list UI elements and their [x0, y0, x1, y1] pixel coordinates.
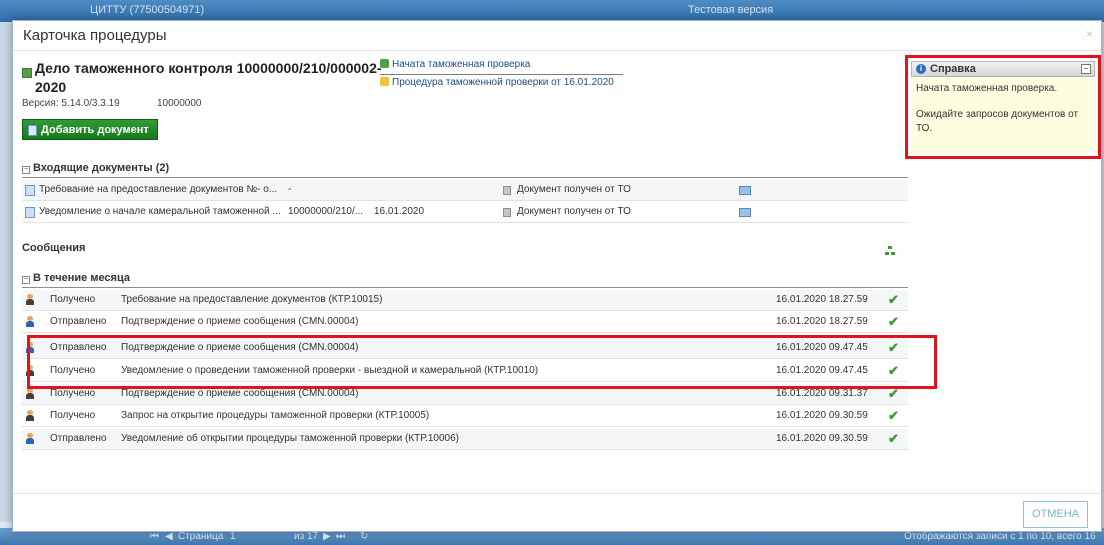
document-icon	[25, 207, 35, 218]
dialog-title: Карточка процедуры	[23, 27, 167, 44]
month-group-title: В течение месяца	[33, 272, 130, 284]
list-item[interactable]: Получено Запрос на открытие процедуры та…	[22, 406, 908, 427]
doc-status-icon	[503, 186, 511, 195]
section-divider	[22, 287, 908, 288]
procedure-card-dialog: Карточка процедуры × Дело таможенного ко…	[12, 20, 1102, 532]
message-text: Уведомление об открытии процедуры таможе…	[121, 433, 459, 444]
user-icon	[26, 433, 34, 445]
document-icon	[28, 125, 37, 136]
close-icon[interactable]: ×	[1086, 27, 1093, 41]
help-title: Справка	[930, 63, 976, 75]
doc-status: Документ получен от ТО	[517, 184, 631, 195]
doc-date: 16.01.2020	[374, 206, 425, 217]
procedure-link[interactable]: Процедура таможенной проверки от 16.01.2…	[380, 77, 614, 88]
collapse-toggle-icon: −	[22, 166, 30, 174]
dialog-footer: ОТМЕНА	[13, 493, 1101, 533]
doc-number: 10000000/210/...	[288, 206, 364, 217]
version-code: 10000000	[157, 98, 202, 109]
checkmark-icon: ✔	[888, 408, 899, 423]
user-icon	[26, 316, 34, 328]
status-divider	[380, 74, 623, 75]
checkmark-icon: ✔	[888, 292, 899, 307]
user-icon	[26, 294, 34, 306]
help-line-1: Начата таможенная проверка.	[916, 83, 1058, 94]
message-direction: Получено	[50, 388, 96, 399]
info-icon: i	[916, 64, 926, 74]
checkmark-icon: ✔	[888, 314, 899, 329]
tree-icon[interactable]	[885, 246, 895, 256]
help-line-2: Ожидайте запросов документов от ТО.	[916, 109, 1079, 134]
list-item[interactable]: Отправлено Уведомление об открытии проце…	[22, 429, 908, 450]
user-icon	[26, 410, 34, 422]
message-text: Требование на предоставление документов …	[121, 294, 383, 305]
checkmark-icon: ✔	[888, 431, 899, 446]
message-datetime: 16.01.2020 09.30.59	[776, 433, 868, 444]
table-row[interactable]: Уведомление о начале камеральной таможен…	[22, 202, 908, 223]
case-icon	[22, 68, 32, 78]
doc-name: Уведомление о начале камеральной таможен…	[39, 206, 281, 217]
status-link-label: Начата таможенная проверка	[392, 59, 531, 70]
document-icon	[25, 185, 35, 196]
list-item[interactable]: Отправлено Подтверждение о приеме сообще…	[22, 312, 908, 333]
status-link[interactable]: Начата таможенная проверка	[380, 59, 530, 70]
message-datetime: 16.01.2020 09.31.37	[776, 388, 868, 399]
message-text: Подтверждение о приеме сообщения (CMN.00…	[121, 388, 359, 399]
envelope-icon[interactable]	[739, 208, 751, 217]
section-divider	[22, 177, 908, 178]
messages-header: Сообщения	[22, 242, 86, 254]
app-left-edge	[0, 22, 12, 522]
message-direction: Отправлено	[50, 433, 107, 444]
message-datetime: 16.01.2020 09.30.59	[776, 410, 868, 421]
incoming-docs-title: Входящие документы (2)	[33, 162, 170, 174]
app-version-label: Тестовая версия	[688, 4, 774, 16]
cancel-button[interactable]: ОТМЕНА	[1023, 501, 1088, 528]
message-text: Подтверждение о приеме сообщения (CMN.00…	[121, 316, 359, 327]
collapse-toggle-icon: −	[22, 276, 30, 284]
add-document-label: Добавить документ	[41, 124, 149, 136]
message-direction: Получено	[50, 294, 96, 305]
status-icon	[380, 59, 389, 68]
list-item[interactable]: Получено Требование на предоставление до…	[22, 290, 908, 311]
help-panel-header: i Справка −	[911, 61, 1095, 77]
procedure-link-label: Процедура таможенной проверки от 16.01.2…	[392, 77, 614, 88]
user-icon	[26, 388, 34, 400]
app-header-bar: ЦИТТУ (77500504971) Тестовая версия	[0, 0, 1104, 22]
dialog-header: Карточка процедуры ×	[13, 21, 1101, 51]
version-label: Версия: 5.14.0/3.3.19	[22, 98, 120, 109]
doc-status-icon	[503, 208, 511, 217]
message-datetime: 16.01.2020 18.27.59	[776, 316, 868, 327]
message-direction: Получено	[50, 410, 96, 421]
procedure-icon	[380, 77, 389, 86]
help-panel: i Справка − Начата таможенная проверка. …	[905, 55, 1101, 159]
message-datetime: 16.01.2020 18.27.59	[776, 294, 868, 305]
envelope-icon[interactable]	[739, 186, 751, 195]
add-document-button[interactable]: Добавить документ	[22, 119, 158, 140]
help-body: Начата таможенная проверка. Ожидайте зап…	[911, 78, 1095, 153]
doc-status: Документ получен от ТО	[517, 206, 631, 217]
doc-number: -	[288, 184, 292, 195]
month-group-header[interactable]: − В течение месяца	[22, 272, 130, 284]
message-direction: Отправлено	[50, 316, 107, 327]
doc-name: Требование на предоставление документов …	[39, 184, 278, 195]
collapse-icon[interactable]: −	[1081, 64, 1091, 74]
highlight-frame	[27, 335, 937, 389]
app-header-text: ЦИТТУ (77500504971)	[90, 4, 205, 16]
case-title: Дело таможенного контроля 10000000/210/0…	[35, 60, 382, 95]
message-text: Запрос на открытие процедуры таможенной …	[121, 410, 430, 421]
table-row[interactable]: Требование на предоставление документов …	[22, 180, 908, 201]
incoming-docs-header[interactable]: − Входящие документы (2)	[22, 162, 169, 174]
